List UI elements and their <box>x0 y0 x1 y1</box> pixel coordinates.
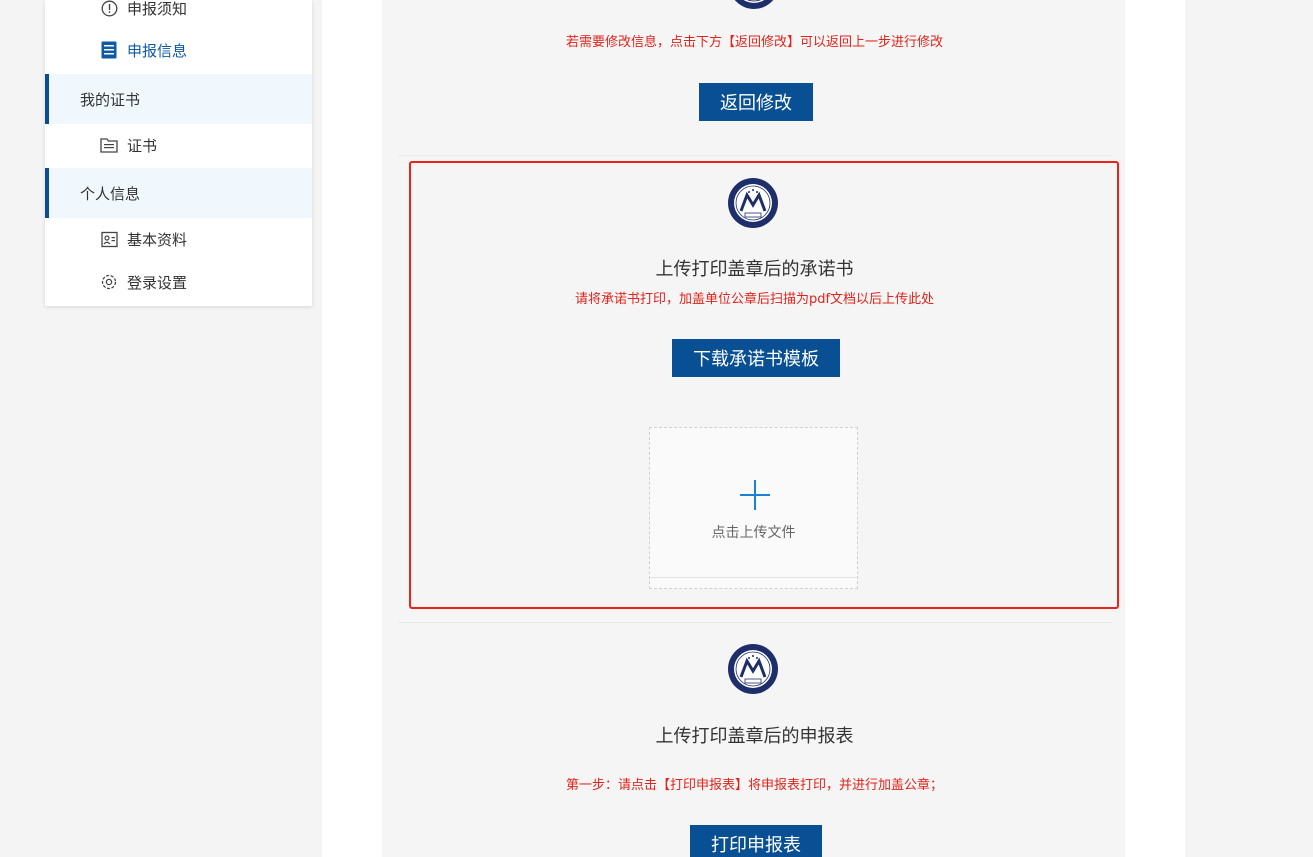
sidebar-item-label: 证书 <box>127 136 158 155</box>
print-application-form-button[interactable]: 打印申报表 <box>690 825 822 857</box>
sidebar-item-login-settings[interactable]: 登录设置 <box>45 260 312 304</box>
sidebar-group-label: 个人信息 <box>80 184 141 203</box>
upload-label: 点击上传文件 <box>711 525 796 541</box>
commitment-title: 上传打印盖章后的承诺书 <box>655 259 854 280</box>
certificate-icon <box>100 136 118 154</box>
document-list-icon <box>100 41 118 59</box>
organization-logo <box>728 644 778 694</box>
sidebar-group-personal-info[interactable]: 个人信息 <box>45 168 312 218</box>
sidebar-item-label: 登录设置 <box>127 273 188 292</box>
modify-notice: 若需要修改信息，点击下方【返回修改】可以返回上一步进行修改 <box>565 35 943 50</box>
sidebar-item-notice[interactable]: 申报须知 <box>45 0 312 30</box>
return-modify-button[interactable]: 返回修改 <box>699 83 813 121</box>
sidebar-group-label: 我的证书 <box>80 90 141 109</box>
sidebar-item-label: 基本资料 <box>127 230 188 249</box>
commitment-notice: 请将承诺书打印，加盖单位公章后扫描为pdf文档以后上传此处 <box>574 292 935 307</box>
section-divider <box>398 622 1112 623</box>
organization-logo <box>734 0 774 9</box>
upload-progress-track <box>650 577 857 578</box>
file-upload-area[interactable]: 点击上传文件 <box>649 427 858 589</box>
sidebar-item-certificate[interactable]: 证书 <box>45 123 312 167</box>
organization-logo <box>728 178 778 228</box>
sidebar-item-application-info[interactable]: 申报信息 <box>45 28 312 72</box>
sidebar-item-label: 申报须知 <box>127 0 188 18</box>
application-form-notice: 第一步：请点击【打印申报表】将申报表打印，并进行加盖公章； <box>565 778 943 793</box>
download-commitment-template-button[interactable]: 下载承诺书模板 <box>672 339 840 377</box>
gear-icon <box>100 273 118 291</box>
sidebar-item-basic-profile[interactable]: 基本资料 <box>45 217 312 261</box>
profile-card-icon <box>100 230 118 248</box>
sidebar-group-my-certificates[interactable]: 我的证书 <box>45 74 312 124</box>
info-circle-icon <box>100 0 118 17</box>
sidebar: 申报须知 申报信息 我的证书 证书 个人信息 基本资料 登录设置 <box>45 0 312 306</box>
application-form-title: 上传打印盖章后的申报表 <box>655 726 854 747</box>
sidebar-item-label: 申报信息 <box>127 41 188 60</box>
plus-icon <box>740 480 770 510</box>
section-divider <box>398 155 1112 156</box>
